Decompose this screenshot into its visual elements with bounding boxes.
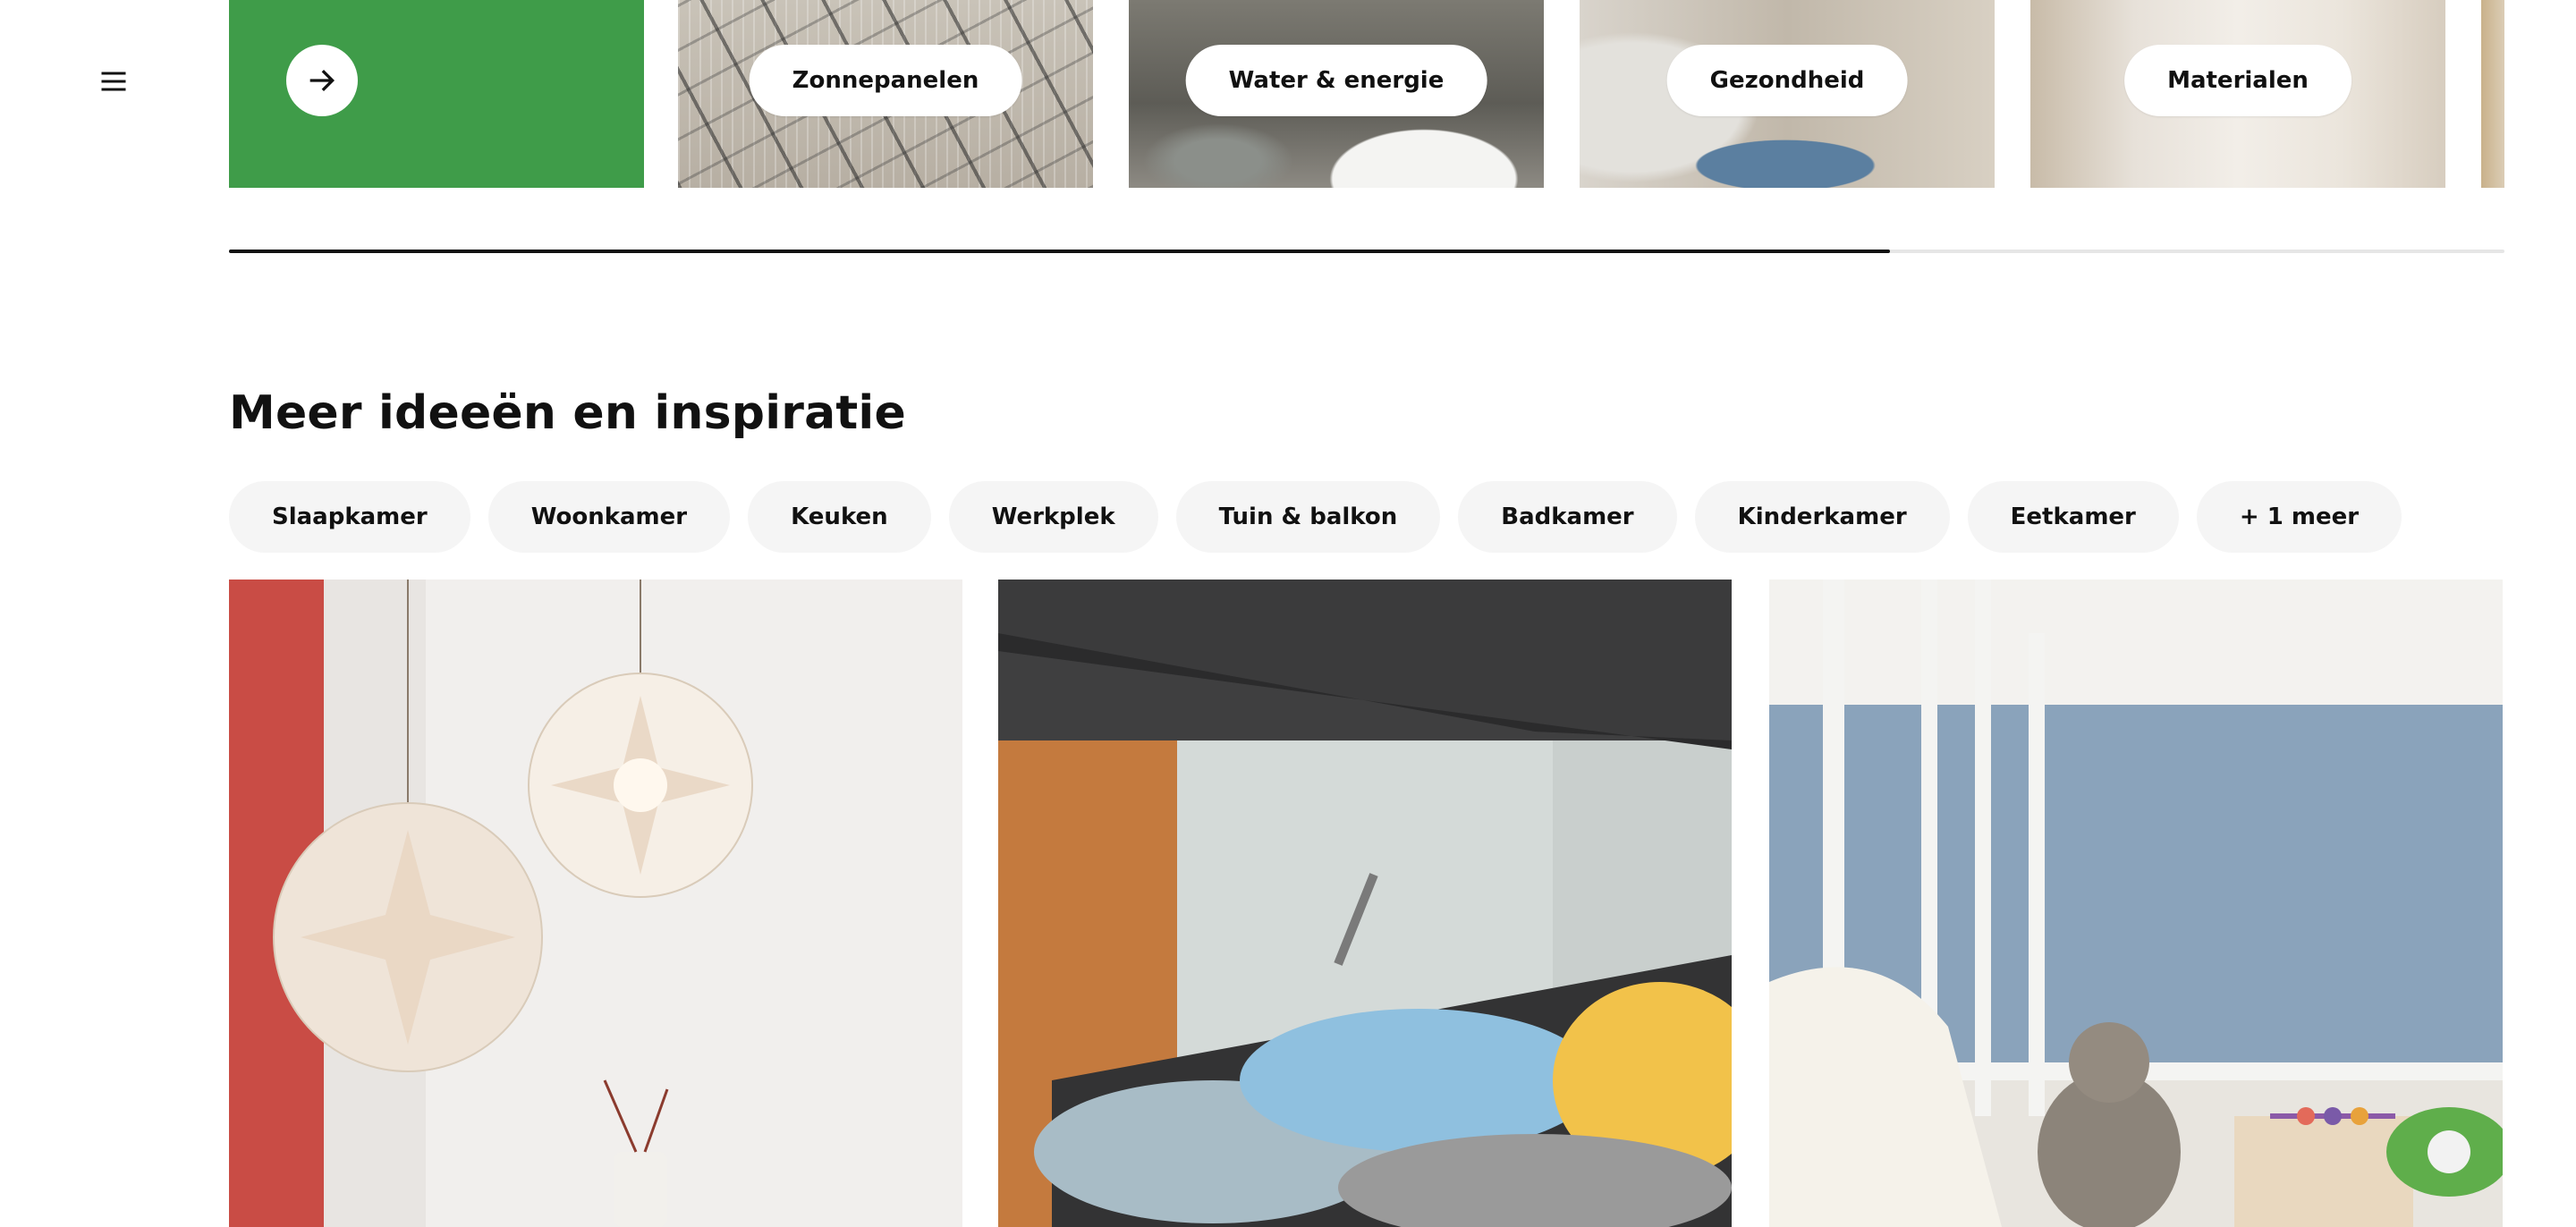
kids-room-image [1769, 580, 2503, 1227]
section-title: Meer ideeën en inspiratie [229, 386, 906, 440]
chip-woonkamer[interactable]: Woonkamer [487, 481, 731, 553]
chip-tuin-balkon[interactable]: Tuin & balkon [1175, 481, 1441, 553]
carousel-arrow-button[interactable] [286, 45, 358, 116]
inspiration-card-pendant-lamps[interactable] [229, 580, 962, 1227]
room-filter-chips: Slaapkamer Woonkamer Keuken Werkplek Tui… [229, 481, 2402, 553]
carousel-tile-label[interactable]: Water & energie [1185, 45, 1487, 116]
carousel-tile-materialen[interactable]: Materialen [2030, 0, 2445, 188]
chip-eetkamer[interactable]: Eetkamer [1967, 481, 2179, 553]
carousel-tile-next-partial[interactable] [2481, 0, 2504, 188]
pendant-lamps-image [273, 580, 753, 1227]
sustainability-carousel[interactable]: Zonnepanelen Water & energie Gezondheid … [229, 0, 2504, 188]
chip-werkplek[interactable]: Werkplek [948, 481, 1158, 553]
carousel-scrollbar[interactable] [229, 250, 2504, 253]
hamburger-menu-icon [101, 72, 126, 91]
carousel-tile-label[interactable]: Gezondheid [1666, 45, 1908, 116]
chip-more[interactable]: + 1 meer [2196, 481, 2402, 553]
arrow-right-icon [309, 70, 335, 91]
page: Zonnepanelen Water & energie Gezondheid … [0, 0, 2576, 1227]
carousel-tile-water-energie[interactable]: Water & energie [1129, 0, 1544, 188]
carousel-tile-gezondheid[interactable]: Gezondheid [1580, 0, 1995, 188]
chip-slaapkamer[interactable]: Slaapkamer [229, 481, 470, 553]
storage-bed-image [998, 580, 1732, 1227]
inspiration-card-kids-room[interactable] [1769, 580, 2503, 1227]
chip-keuken[interactable]: Keuken [748, 481, 931, 553]
carousel-scrollbar-thumb[interactable] [229, 250, 1891, 253]
carousel-tile-label[interactable]: Zonnepanelen [749, 45, 1022, 116]
carousel-tile-zonnepanelen[interactable]: Zonnepanelen [678, 0, 1093, 188]
inspiration-card-storage-bed[interactable] [998, 580, 1732, 1227]
chip-badkamer[interactable]: Badkamer [1458, 481, 1677, 553]
hamburger-menu-button[interactable] [84, 52, 143, 111]
carousel-intro-tile[interactable] [229, 0, 644, 188]
chip-kinderkamer[interactable]: Kinderkamer [1694, 481, 1950, 553]
carousel-tile-label[interactable]: Materialen [2124, 45, 2351, 116]
